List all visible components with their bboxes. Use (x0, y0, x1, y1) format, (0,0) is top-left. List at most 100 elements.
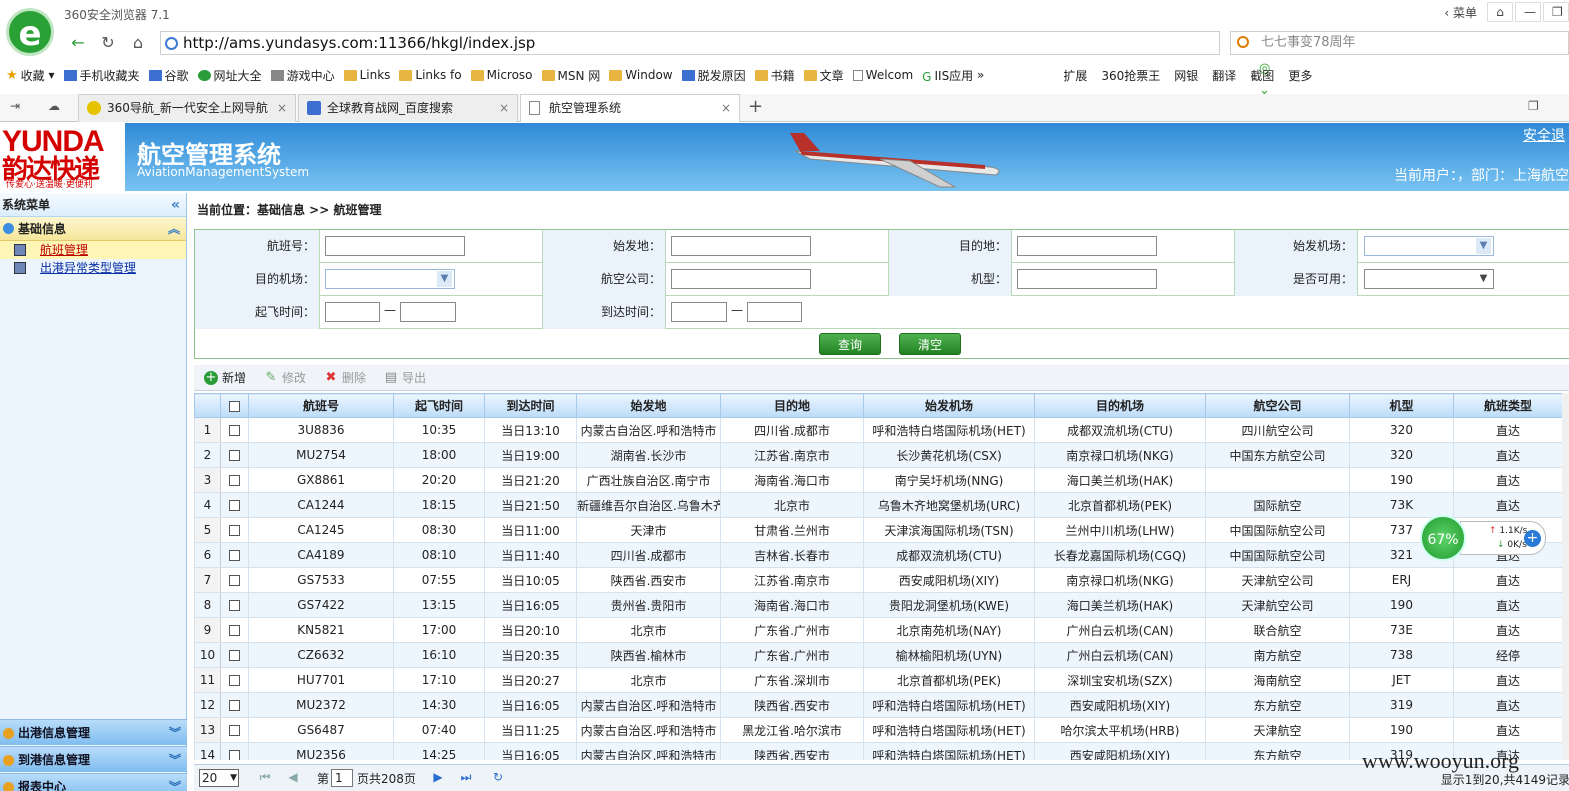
origin-input[interactable] (671, 236, 811, 256)
row-checkbox[interactable] (220, 692, 249, 718)
ticket-button[interactable]: 360抢票王 (1101, 67, 1160, 84)
page-size-select[interactable]: 20 ▼ (199, 769, 239, 787)
bookmark-item[interactable]: 文章 (803, 67, 844, 84)
page-number-input[interactable]: 1 (331, 769, 353, 787)
origin-airport-select[interactable]: ▼ (1364, 236, 1494, 256)
row-checkbox[interactable] (220, 642, 249, 668)
row-checkbox[interactable] (220, 592, 249, 618)
add-button[interactable]: + 新增 (202, 365, 246, 391)
search-input[interactable]: 七七事变78周年 (1230, 31, 1569, 55)
delete-button[interactable]: ✖ 删除 (322, 365, 366, 391)
bookmark-item[interactable]: 手机收藏夹 (63, 67, 140, 84)
bookmark-item[interactable]: ★ 收藏 ▾ (6, 67, 55, 84)
row-checkbox[interactable] (220, 467, 249, 493)
table-row[interactable]: 13 GS6487 07:40 当日11:25 内蒙古自治区.呼和浩特市 黑龙江省.哈尔滨… (194, 717, 1562, 743)
bookmark-item[interactable]: 网址大全 (197, 67, 262, 84)
last-page-icon[interactable]: ⏭ (459, 770, 473, 784)
close-icon[interactable]: × (277, 95, 287, 121)
clear-button[interactable]: 清空 (899, 333, 961, 355)
row-checkbox[interactable] (220, 417, 249, 443)
column-header[interactable]: 目的地 (720, 393, 864, 418)
bookmark-item[interactable]: Welcom (852, 68, 913, 82)
back-icon[interactable]: ← (66, 33, 90, 53)
plus-icon[interactable]: + (1524, 530, 1541, 547)
table-row[interactable]: 3 GX8861 20:20 当日21:20 广西壮族自治区.南宁市 海南省.海口市 南宁吴… (194, 467, 1562, 493)
bookmark-item[interactable]: Window (609, 68, 673, 82)
sidebar-group-reports[interactable]: 报表中心 ︾ (0, 773, 187, 791)
new-tab-icon[interactable]: + (748, 96, 763, 117)
refresh-icon[interactable]: ↻ (491, 770, 505, 784)
minimize-icon[interactable]: — (1515, 2, 1541, 22)
table-row[interactable]: 14 MU2356 14:25 当日16:05 内蒙古自治区.呼和浩特市 陕西省.西安市呼… (194, 742, 1562, 760)
row-checkbox[interactable] (220, 742, 249, 760)
column-header[interactable]: 航班类型 (1453, 393, 1562, 418)
table-row[interactable]: 7 GS7533 07:55 当日10:05 陕西省.西安市 江苏省.南京市 西安咸阳机场(… (194, 567, 1562, 593)
collapse-icon[interactable]: « (171, 193, 180, 217)
browser-logo-icon[interactable]: e (6, 8, 54, 56)
table-row[interactable]: 10 CZ6632 16:10 当日20:35 陕西省.榆林市 广东省.广州市 榆林榆阳机场… (194, 642, 1562, 668)
tab-baidu-search[interactable]: 全球教育战网_百度搜索 × (298, 94, 518, 122)
bookmark-item[interactable]: 游戏中心 (270, 67, 335, 84)
cloud-icon[interactable]: ☁ (48, 99, 60, 113)
safe-exit-link[interactable]: 安全退 (1523, 125, 1565, 145)
table-row[interactable]: 11 HU7701 17:10 当日20:27 北京市 广东省.深圳市 北京首都机场(PEK… (194, 667, 1562, 693)
depart-time-start-input[interactable] (325, 302, 380, 322)
bookmark-item[interactable]: MSN 网 (541, 67, 600, 84)
row-checkbox[interactable] (220, 567, 249, 593)
arrive-time-start-input[interactable] (671, 302, 727, 322)
sidebar-group-arrival[interactable]: 到港信息管理 ︾ (0, 746, 187, 772)
maximize-icon[interactable]: ❐ (1543, 2, 1569, 22)
sidebar-group-basic-info[interactable]: 基础信息 ︽ (0, 217, 186, 241)
row-checkbox[interactable] (220, 542, 249, 568)
bookmark-item[interactable]: 书籍 (754, 67, 795, 84)
depart-time-end-input[interactable] (400, 302, 456, 322)
table-row[interactable]: 2 MU2754 18:00 当日19:00 湖南省.长沙市 江苏省.南京市 长沙黄花机场(… (194, 442, 1562, 468)
airline-input[interactable] (671, 269, 811, 289)
destination-input[interactable] (1017, 236, 1157, 256)
more-button[interactable]: 更多 (1288, 67, 1312, 84)
flight-no-input[interactable] (325, 236, 465, 256)
table-row[interactable]: 4 CA1244 18:15 当日21:50 新疆维吾尔自治区.乌鲁木齐 北京市 乌鲁木齐地… (194, 492, 1562, 518)
bookmark-item[interactable]: 脱发原因 (681, 67, 746, 84)
home-icon[interactable]: ⌂ (126, 33, 150, 53)
row-checkbox[interactable] (220, 667, 249, 693)
skin-icon[interactable]: ⌂ (1487, 2, 1513, 22)
table-row[interactable]: 5 CA1245 08:30 当日11:00 天津市 甘肃省.兰州市 天津滨海国际机场(TS… (194, 517, 1562, 543)
edit-button[interactable]: ✎ 修改 (262, 365, 306, 391)
close-icon[interactable]: × (721, 95, 731, 121)
translate-button[interactable]: 翻译 (1212, 67, 1236, 84)
export-button[interactable]: ▤ 导出 (382, 365, 426, 391)
query-button[interactable]: 查询 (819, 333, 881, 355)
model-input[interactable] (1017, 269, 1157, 289)
enabled-select[interactable]: ▼ (1364, 269, 1494, 289)
bookmark-item[interactable]: Links fo (399, 68, 462, 82)
sidebar-toggle-icon[interactable]: ⇥ (10, 99, 20, 113)
column-header[interactable]: 航空公司 (1205, 393, 1350, 418)
sidebar-item-flight-management[interactable]: 航班管理 (0, 241, 186, 259)
column-header[interactable]: 始发机场 (863, 393, 1035, 418)
column-header[interactable]: 航班号 (248, 393, 394, 418)
column-header[interactable]: 到达时间 (484, 393, 577, 418)
column-header[interactable]: 始发地 (576, 393, 721, 418)
table-row[interactable]: 8 GS7422 13:15 当日16:05 贵州省.贵阳市 海南省.海口市 贵阳龙洞堡机场… (194, 592, 1562, 618)
tab-aviation-system[interactable]: 航空管理系统 × (520, 94, 740, 122)
select-all-checkbox[interactable] (220, 393, 249, 418)
arrive-time-end-input[interactable] (747, 302, 802, 322)
bookmark-item[interactable]: 谷歌 (148, 67, 189, 84)
row-checkbox[interactable] (220, 492, 249, 518)
first-page-icon[interactable]: ⏮ (258, 770, 272, 784)
row-checkbox[interactable] (220, 442, 249, 468)
table-row[interactable]: 6 CA4189 08:10 当日11:40 四川省.成都市 吉林省.长春市 成都双流机场(… (194, 542, 1562, 568)
row-checkbox[interactable] (220, 617, 249, 643)
bookmark-item[interactable]: Microso (470, 68, 533, 82)
bank-button[interactable]: 网银 (1174, 67, 1198, 84)
refresh-icon[interactable]: ↻ (96, 33, 120, 53)
extensions-button[interactable]: 扩展 (1063, 67, 1087, 84)
screenshot-button[interactable]: 截图 (1250, 67, 1274, 84)
menu-button[interactable]: ‹ 菜单 (1436, 4, 1485, 21)
table-row[interactable]: 12 MU2372 14:30 当日16:05 内蒙古自治区.呼和浩特市 陕西省.西安市呼… (194, 692, 1562, 718)
column-header[interactable]: 目的机场 (1034, 393, 1206, 418)
table-scrollbar[interactable] (1562, 393, 1569, 760)
dest-airport-select[interactable]: ▼ (325, 269, 455, 289)
next-page-icon[interactable]: ▶ (431, 770, 445, 784)
